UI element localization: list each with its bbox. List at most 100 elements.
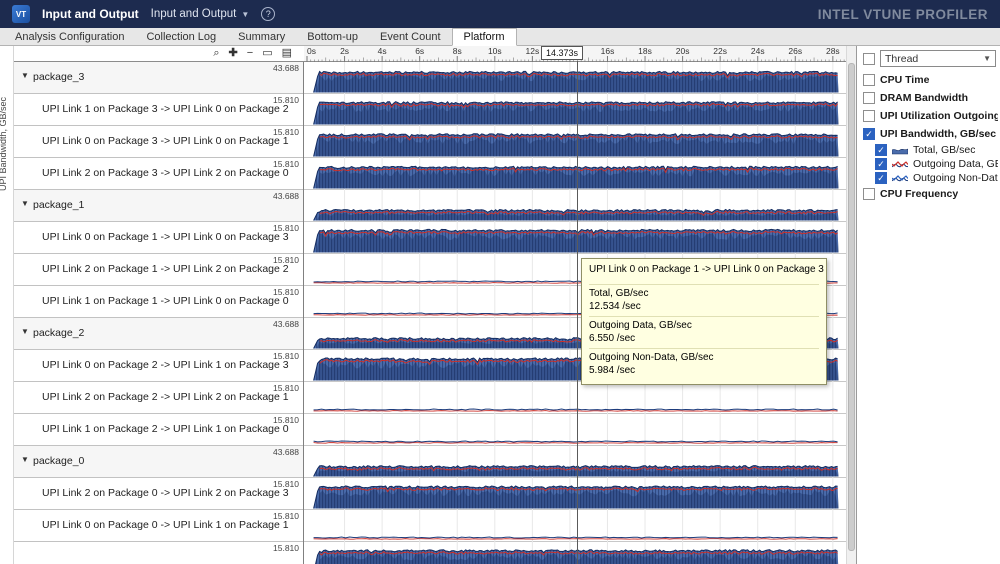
group-row-package_1[interactable]: ▼package_143.688: [14, 190, 303, 222]
zoom-fit-icon[interactable]: ▭: [262, 48, 272, 59]
legend-item-outgoing-data-gb-[interactable]: ✓Outgoing Data, GB/...: [857, 157, 1000, 171]
row-scale-max: 15.810: [273, 223, 299, 233]
tab-collection-log[interactable]: Collection Log: [135, 28, 227, 45]
svg-text:8s: 8s: [453, 46, 462, 56]
viewpoint-selector[interactable]: Input and Output ▼: [151, 8, 250, 20]
link-row[interactable]: UPI Link 1 on Package 3 -> UPI Link 0 on…: [14, 94, 303, 126]
tooltip-metric: Outgoing Data, GB/sec6.550 /sec: [589, 316, 819, 348]
legend-item-upi-utilization-outgoing-[interactable]: UPI Utilization Outgoing...: [857, 107, 1000, 125]
row-scale-max: 43.688: [273, 63, 299, 73]
tab-bottom-up[interactable]: Bottom-up: [296, 28, 369, 45]
row-label: UPI Link 1 on Package 3 -> UPI Link 0 on…: [42, 103, 289, 115]
time-cursor-line[interactable]: [577, 61, 578, 564]
link-row[interactable]: UPI Link 2 on Package 1 -> UPI Link 2 on…: [14, 254, 303, 286]
zoom-out-icon[interactable]: −: [247, 48, 253, 59]
link-row[interactable]: UPI Link 1 on Package 1 -> UPI Link 0 on…: [14, 286, 303, 318]
row-label: package_2: [33, 327, 84, 339]
link-row[interactable]: UPI Link 1 on Package 2 -> UPI Link 1 on…: [14, 414, 303, 446]
collapse-triangle-icon[interactable]: ▼: [21, 71, 29, 80]
thread-dropdown[interactable]: Thread ▼: [880, 50, 996, 67]
series-swatch-svg: [892, 174, 908, 183]
brand-text: INTEL VTUNE PROFILER: [818, 7, 988, 22]
legend-item-label: UPI Bandwidth, GB/sec: [880, 128, 996, 140]
thread-checkbox[interactable]: [863, 53, 875, 65]
tab-summary[interactable]: Summary: [227, 28, 296, 45]
legend-item-dram-bandwidth[interactable]: DRAM Bandwidth: [857, 89, 1000, 107]
row-chart-area[interactable]: [304, 542, 846, 564]
row-chart-area[interactable]: [304, 222, 846, 254]
group-row-package_2[interactable]: ▼package_243.688: [14, 318, 303, 350]
row-scale-max: 43.688: [273, 447, 299, 457]
group-row-package_3[interactable]: ▼package_343.688: [14, 62, 303, 94]
legend-item-total-gb-sec[interactable]: ✓ Total, GB/sec: [857, 143, 1000, 157]
thread-dropdown-value: Thread: [885, 53, 918, 65]
svg-text:20s: 20s: [676, 46, 690, 56]
time-marker[interactable]: 14.373s: [541, 46, 583, 60]
tab-event-count[interactable]: Event Count: [369, 28, 452, 45]
collapse-triangle-icon[interactable]: ▼: [21, 455, 29, 464]
row-chart-svg: [304, 190, 846, 222]
row-chart-area[interactable]: [304, 414, 846, 446]
legend-item-label: Total, GB/sec: [913, 144, 975, 156]
svg-text:18s: 18s: [638, 46, 652, 56]
row-chart-area[interactable]: [304, 62, 846, 94]
tab-platform[interactable]: Platform: [452, 28, 517, 46]
collapse-triangle-icon[interactable]: ▼: [21, 327, 29, 336]
display-options-icon[interactable]: ▤: [282, 48, 292, 59]
blue-line-series-icon: [892, 174, 908, 183]
checkbox[interactable]: [863, 92, 875, 104]
legend-item-cpu-time[interactable]: CPU Time: [857, 71, 1000, 89]
checkbox[interactable]: [863, 74, 875, 86]
legend-item-cpu-frequency[interactable]: CPU Frequency: [857, 185, 1000, 203]
row-chart-svg: [304, 126, 846, 158]
row-scale-max: 15.810: [273, 415, 299, 425]
legend-item-label: DRAM Bandwidth: [880, 92, 968, 104]
row-chart-area[interactable]: [304, 94, 846, 126]
legend-item-label: UPI Utilization Outgoing...: [880, 110, 998, 122]
legend-item-outgoing-non-data-[interactable]: ✓Outgoing Non-Data,...: [857, 171, 1000, 185]
row-chart-area[interactable]: [304, 382, 846, 414]
tab-analysis-configuration[interactable]: Analysis Configuration: [4, 28, 135, 45]
row-chart-area[interactable]: [304, 478, 846, 510]
link-row[interactable]: UPI Link 2 on Package 3 -> UPI Link 2 on…: [14, 158, 303, 190]
checkbox[interactable]: ✓: [863, 128, 875, 140]
row-chart-svg: [304, 446, 846, 478]
svg-text:2s: 2s: [340, 46, 349, 56]
legend-item-upi-bandwidth-gb-sec[interactable]: ✓ UPI Bandwidth, GB/sec: [857, 125, 1000, 143]
link-row[interactable]: UPI Link 2 on Package 0 -> UPI Link 2 on…: [14, 478, 303, 510]
row-chart-svg: [304, 510, 846, 542]
row-chart-svg: [304, 478, 846, 510]
link-row[interactable]: UPI Link 0 on Package 3 -> UPI Link 0 on…: [14, 126, 303, 158]
link-row[interactable]: UPI Link 0 on Package 1 -> UPI Link 0 on…: [14, 222, 303, 254]
link-row[interactable]: UPI Link 0 on Package 0 -> UPI Link 1 on…: [14, 510, 303, 542]
group-row-package_0[interactable]: ▼ package_0 43.688: [14, 446, 303, 478]
checkbox[interactable]: ✓: [875, 158, 887, 170]
checkbox[interactable]: ✓: [875, 172, 887, 184]
thread-filter-row: Thread ▼: [857, 46, 1000, 71]
row-chart-area[interactable]: [304, 510, 846, 542]
zoom-selection-icon[interactable]: ⌕: [213, 48, 219, 59]
help-icon[interactable]: ?: [261, 7, 275, 21]
tooltip-metric-name: Outgoing Non-Data, GB/sec: [589, 352, 819, 363]
row-chart-area[interactable]: [304, 126, 846, 158]
row-label: UPI Link 2 on Package 1 -> UPI Link 2 on…: [42, 263, 289, 275]
collapse-triangle-icon[interactable]: ▼: [21, 199, 29, 208]
legend-items: CPU Time DRAM Bandwidth UPI Utilization Ou…: [857, 71, 1000, 203]
checkbox[interactable]: [863, 188, 875, 200]
row-label: package_0: [33, 455, 84, 467]
checkbox[interactable]: ✓: [875, 144, 887, 156]
legend-item-label: CPU Time: [880, 74, 929, 86]
checkbox[interactable]: [863, 110, 875, 122]
row-chart-area[interactable]: [304, 158, 846, 190]
scrollbar-thumb[interactable]: [848, 63, 855, 551]
vertical-scrollbar[interactable]: [846, 46, 856, 564]
tooltip-metric-value: 6.550 /sec: [589, 333, 819, 344]
row-chart-area[interactable]: [304, 190, 846, 222]
row-scale-max: 15.810: [273, 127, 299, 137]
row-chart-area[interactable]: [304, 446, 846, 478]
link-row[interactable]: UPI Link 0 on Package 2 -> UPI Link 1 on…: [14, 350, 303, 382]
zoom-in-icon[interactable]: ✚: [229, 48, 238, 59]
link-row[interactable]: 15.810: [14, 542, 303, 564]
svg-text:26s: 26s: [788, 46, 802, 56]
link-row[interactable]: UPI Link 2 on Package 2 -> UPI Link 2 on…: [14, 382, 303, 414]
